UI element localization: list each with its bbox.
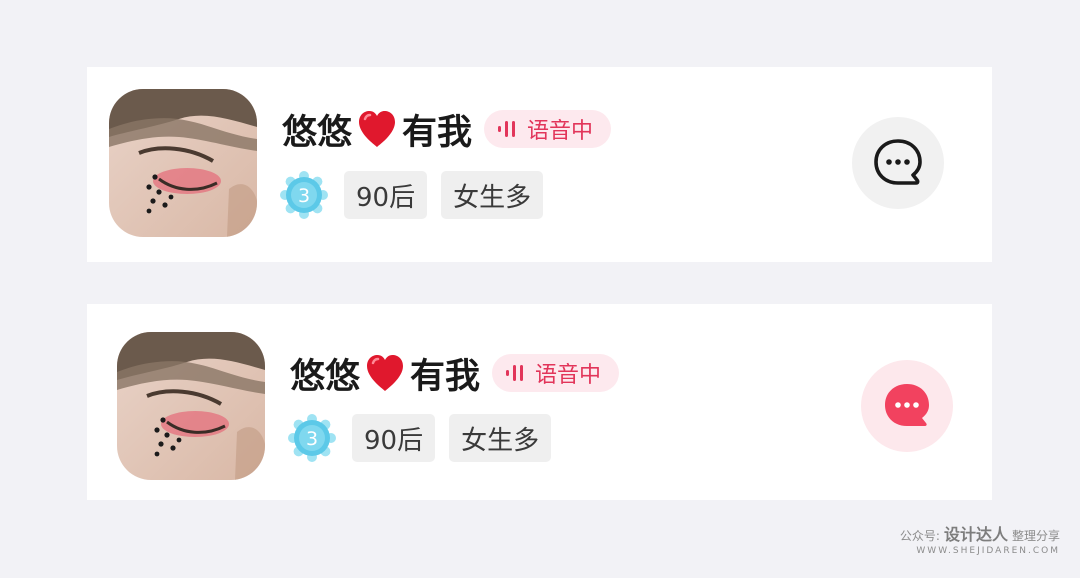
room-name-part2: 有我 [402, 112, 473, 153]
tags-row: 3 90后 女生多 [288, 413, 565, 463]
watermark-brand: 设计达人 [943, 525, 1008, 544]
room-name-part1: 悠悠 [282, 112, 353, 153]
name-row: 悠悠 有我 语音中 [290, 348, 620, 399]
avatar[interactable] [109, 89, 257, 237]
level-badge: 3 [288, 414, 336, 462]
voice-status-label: 语音中 [535, 363, 602, 388]
watermark-suffix: 整理分享 [1011, 529, 1060, 543]
tag-90s: 90后 [352, 414, 436, 462]
watermark-line1: 公众号: 设计达人 整理分享 [900, 527, 1060, 543]
voice-status-badge: 语音中 [484, 110, 612, 148]
watermark-url: WWW.SHEJIDAREN.COM [916, 546, 1060, 556]
name-row: 悠悠 有我 语音中 [282, 104, 612, 155]
red-heart-icon [363, 351, 407, 395]
room-name: 悠悠 有我 [282, 104, 472, 155]
sound-wave-icon [506, 365, 527, 381]
voice-status-badge: 语音中 [492, 354, 620, 392]
room-name-part1: 悠悠 [290, 356, 361, 397]
room-name: 悠悠 有我 [290, 348, 480, 399]
level-number: 3 [298, 185, 310, 207]
chat-bubble-icon [874, 139, 922, 185]
chat-bubble-icon [885, 384, 929, 426]
avatar-image [117, 332, 265, 480]
sound-wave-icon [498, 121, 519, 137]
watermark-prefix: 公众号: [899, 529, 940, 543]
red-heart-icon [355, 107, 399, 151]
tag-more-girls: 女生多 [449, 414, 552, 462]
tags-row: 3 90后 女生多 [280, 170, 557, 220]
tag-90s: 90后 [344, 171, 428, 219]
avatar[interactable] [117, 332, 265, 480]
chat-button[interactable] [861, 360, 953, 452]
watermark: 公众号: 设计达人 整理分享 WWW.SHEJIDAREN.COM [900, 527, 1060, 556]
level-number: 3 [306, 428, 318, 450]
room-name-part2: 有我 [410, 356, 481, 397]
level-badge: 3 [280, 171, 328, 219]
room-card-2[interactable]: 悠悠 有我 语音中 3 90后 女生多 [87, 304, 992, 500]
voice-status-label: 语音中 [527, 119, 594, 144]
room-card-1[interactable]: 悠悠 有我 语音中 3 90后 女生多 [87, 67, 992, 262]
avatar-image [109, 89, 257, 237]
chat-button[interactable] [852, 117, 944, 209]
tag-more-girls: 女生多 [441, 171, 544, 219]
